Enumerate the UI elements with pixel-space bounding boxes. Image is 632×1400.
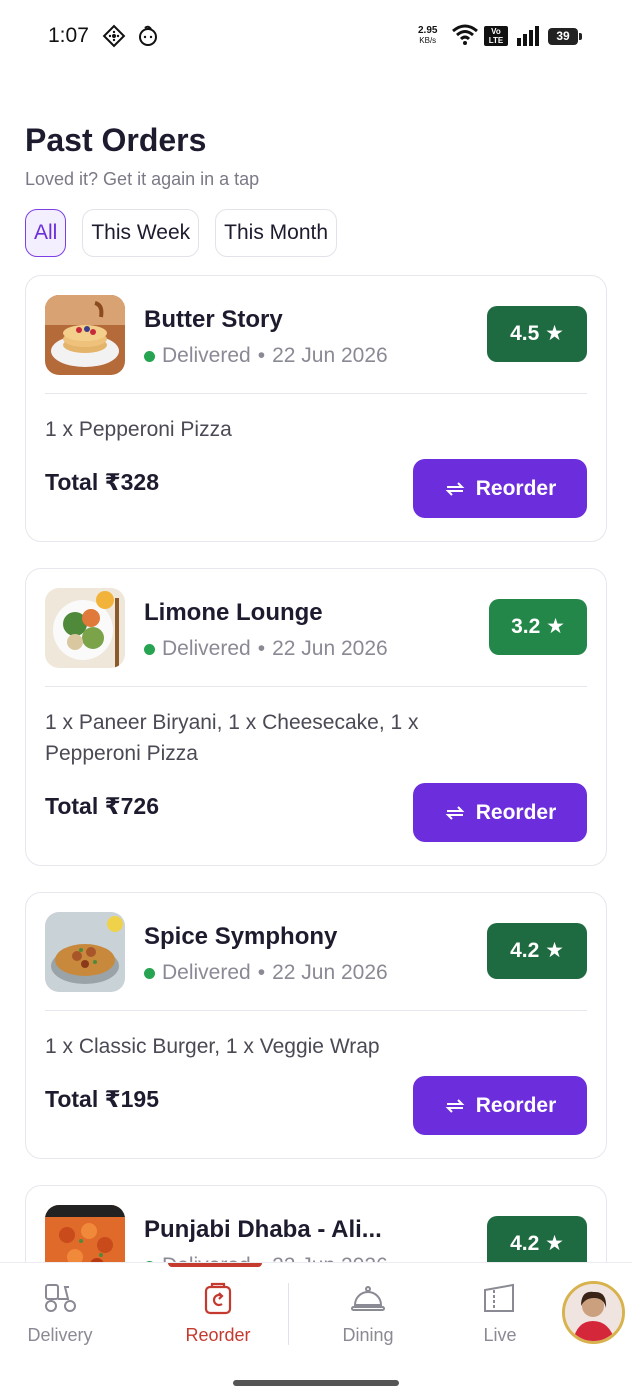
order-card[interactable]: Butter Story Delivered • 22 Jun 2026 4.5… <box>25 275 607 542</box>
volte-icon: Vo LTE <box>484 26 508 46</box>
restaurant-name: Butter Story <box>144 306 283 333</box>
rating-value: 3.2 <box>511 615 541 638</box>
rating-value: 4.2 <box>510 1232 540 1255</box>
delivered-dot-icon <box>144 350 155 362</box>
reorder-button[interactable]: Reorder <box>413 459 587 518</box>
signal-icon <box>517 26 539 46</box>
nav-reorder-label: Reorder <box>185 1325 251 1345</box>
rating-value: 4.5 <box>510 322 540 345</box>
nav-delivery-label: Delivery <box>27 1325 93 1345</box>
nav-live[interactable]: Live <box>440 1281 560 1346</box>
card-divider <box>45 1009 587 1011</box>
reorder-label: Reorder <box>475 476 557 500</box>
filter-this-week-chip[interactable]: This Week <box>82 209 200 257</box>
network-speed: 2.95 KB/s <box>418 26 437 46</box>
status-time: 1:07 <box>48 24 89 47</box>
scooter-icon <box>45 1284 76 1312</box>
reorder-label: Reorder <box>475 1093 557 1117</box>
page-subtitle: Loved it? Get it again in a tap <box>25 169 260 189</box>
status-text: Delivered <box>162 961 251 984</box>
separator-dot: • <box>257 344 266 367</box>
filter-all-chip[interactable]: All <box>25 209 67 257</box>
order-items: 1 x Classic Burger, 1 x Veggie Wrap <box>45 1035 380 1058</box>
order-date: 22 Jun 2026 <box>272 637 388 660</box>
star-icon: ★ <box>545 1232 564 1255</box>
home-indicator[interactable] <box>233 1380 399 1386</box>
ticket-icon <box>484 1283 514 1312</box>
separator-dot: • <box>257 961 266 984</box>
reorder-button[interactable]: Reorder <box>413 783 587 842</box>
order-card[interactable]: Limone Lounge Delivered • 22 Jun 2026 3.… <box>25 568 607 866</box>
rating-badge[interactable]: 4.5 ★ <box>487 306 587 362</box>
order-date: 22 Jun 2026 <box>272 344 388 367</box>
status-text: Delivered <box>162 344 251 367</box>
delivered-dot-icon <box>144 967 155 979</box>
star-icon: ★ <box>545 322 564 345</box>
wifi-icon <box>452 24 478 45</box>
restaurant-name: Punjabi Dhaba - Ali... <box>144 1216 382 1243</box>
order-date: 22 Jun 2026 <box>272 961 388 984</box>
battery-icon: 39 <box>548 28 582 45</box>
orders-list: Butter Story Delivered • 22 Jun 2026 4.5… <box>25 275 607 1400</box>
order-total: Total ₹328 <box>45 469 160 495</box>
network-speed-unit: KB/s <box>419 36 437 45</box>
network-speed-value: 2.95 <box>418 25 438 36</box>
grid-diamond-icon <box>102 24 126 48</box>
nav-dining-label: Dining <box>342 1325 394 1345</box>
reorder-bag-icon <box>204 1282 232 1315</box>
nav-delivery[interactable]: Delivery <box>0 1281 120 1346</box>
rating-value: 4.2 <box>510 939 540 962</box>
restaurant-name: Spice Symphony <box>144 923 338 950</box>
order-total: Total ₹195 <box>45 1086 160 1112</box>
restaurant-food-image <box>45 912 125 992</box>
nav-live-label: Live <box>483 1325 517 1345</box>
order-status: Delivered • 22 Jun 2026 <box>144 344 388 368</box>
nav-reorder[interactable]: Reorder <box>158 1281 278 1346</box>
nav-dining[interactable]: Dining <box>308 1281 428 1346</box>
order-card[interactable]: Spice Symphony Delivered • 22 Jun 2026 4… <box>25 892 607 1159</box>
reorder-button[interactable]: Reorder <box>413 1076 587 1135</box>
repeat-icon <box>445 1098 465 1113</box>
order-status: Delivered • 22 Jun 2026 <box>144 637 388 661</box>
nav-divider <box>288 1283 289 1345</box>
separator-dot: • <box>257 637 266 660</box>
filter-this-month-chip[interactable]: This Month <box>215 209 338 257</box>
restaurant-name: Limone Lounge <box>144 599 323 626</box>
rating-badge[interactable]: 4.2 ★ <box>487 923 587 979</box>
delivered-dot-icon <box>144 643 155 655</box>
order-total: Total ₹726 <box>45 793 160 819</box>
card-divider <box>45 685 587 687</box>
status-text: Delivered <box>162 637 251 660</box>
star-icon: ★ <box>546 615 565 638</box>
order-items: 1 x Paneer Biryani, 1 x Cheesecake, 1 x … <box>45 711 419 765</box>
page-title: Past Orders <box>25 122 207 158</box>
order-status: Delivered • 22 Jun 2026 <box>144 961 388 985</box>
baby-face-icon <box>139 25 157 46</box>
repeat-icon <box>445 481 465 496</box>
cloche-icon <box>351 1286 385 1311</box>
restaurant-food-image <box>45 295 125 375</box>
profile-avatar[interactable] <box>562 1281 625 1344</box>
card-divider <box>45 392 587 394</box>
rating-badge[interactable]: 3.2 ★ <box>489 599 587 655</box>
repeat-icon <box>445 805 465 820</box>
status-bar: 1:07 2.95 KB/s Vo LTE 39 <box>0 0 632 76</box>
star-icon: ★ <box>545 939 564 962</box>
filter-chips: All This Week This Month <box>25 209 338 257</box>
active-tab-indicator <box>168 1263 262 1267</box>
order-items: 1 x Pepperoni Pizza <box>45 418 232 441</box>
restaurant-food-image <box>45 588 125 668</box>
reorder-label: Reorder <box>475 800 557 824</box>
